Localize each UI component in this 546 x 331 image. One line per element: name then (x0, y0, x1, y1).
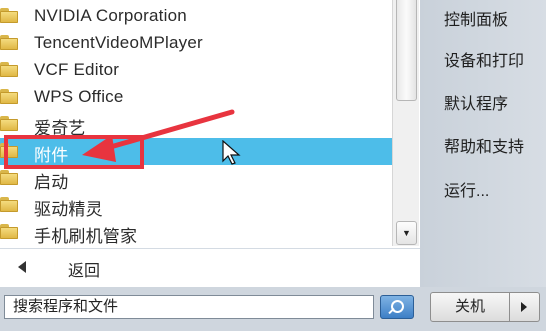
annotation-arrow-icon (82, 109, 235, 162)
mouse-cursor-icon (222, 140, 241, 165)
